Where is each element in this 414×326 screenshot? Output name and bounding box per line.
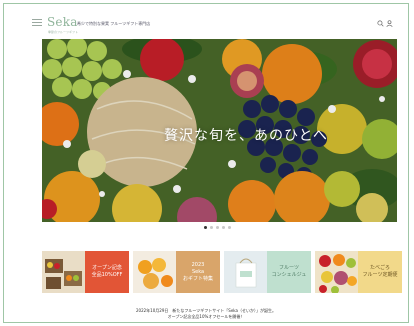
promo-card-gift-feature[interactable]: 2023 Seka おギフト特集	[133, 251, 220, 293]
hero-headline: 贅沢な旬を、あのひとへ	[164, 128, 328, 144]
promo-image-gift-bag	[224, 251, 267, 293]
news-line-2[interactable]: オープン記念全品10%オフセールを開催！	[4, 314, 408, 320]
promo-panel: 2023 Seka おギフト特集	[176, 251, 220, 293]
promo-panel: フルーツ コンシェルジュ	[267, 251, 311, 293]
promo-text: Seka	[191, 268, 205, 275]
slider-dots	[204, 226, 234, 230]
promo-text: オープン記念	[92, 265, 122, 271]
page-frame: Seka 季節のフルーツギフト 希少で特別な果実 フルーツギフト専門店 贅沢な旬…	[3, 3, 409, 323]
menu-icon[interactable]	[32, 19, 42, 27]
slider-dot[interactable]	[228, 226, 231, 229]
promo-panel: オープン記念 全品10%OFF	[85, 251, 129, 293]
site-logo[interactable]: Seka	[47, 15, 78, 29]
promo-card-concierge[interactable]: フルーツ コンシェルジュ	[224, 251, 311, 293]
slider-dot[interactable]	[204, 226, 207, 229]
promo-text: フルーツ	[279, 265, 299, 271]
promo-image-fruit-assortment	[315, 251, 358, 293]
logo-subtitle: 季節のフルーツギフト	[48, 30, 78, 34]
promo-image-gift-fruits	[133, 251, 176, 293]
promo-text: おギフト特集	[182, 275, 213, 282]
promo-text: コンシェルジュ	[271, 272, 307, 278]
promo-text: たべごろ	[369, 265, 390, 271]
user-icon[interactable]	[386, 20, 393, 27]
slider-dot[interactable]	[216, 226, 219, 229]
slider-dot[interactable]	[222, 226, 225, 229]
hero-banner[interactable]: 贅沢な旬を、あのひとへ	[42, 39, 397, 222]
search-icon[interactable]	[377, 20, 384, 27]
site-header: Seka 季節のフルーツギフト 希少で特別な果実 フルーツギフト専門店	[4, 4, 408, 40]
promo-panel: たべごろ フルーツ定期便	[358, 251, 402, 293]
promo-image-fruit-box	[42, 251, 85, 293]
promo-text: 全品10%OFF	[91, 272, 123, 278]
promo-card-subscription[interactable]: たべごろ フルーツ定期便	[315, 251, 402, 293]
promo-text: フルーツ定期便	[362, 272, 398, 278]
site-tagline: 希少で特別な果実 フルーツギフト専門店	[77, 21, 151, 26]
promo-text: 2023	[191, 261, 205, 268]
promo-card-opening-sale[interactable]: オープン記念 全品10%OFF	[42, 251, 129, 293]
slider-dot[interactable]	[210, 226, 213, 229]
